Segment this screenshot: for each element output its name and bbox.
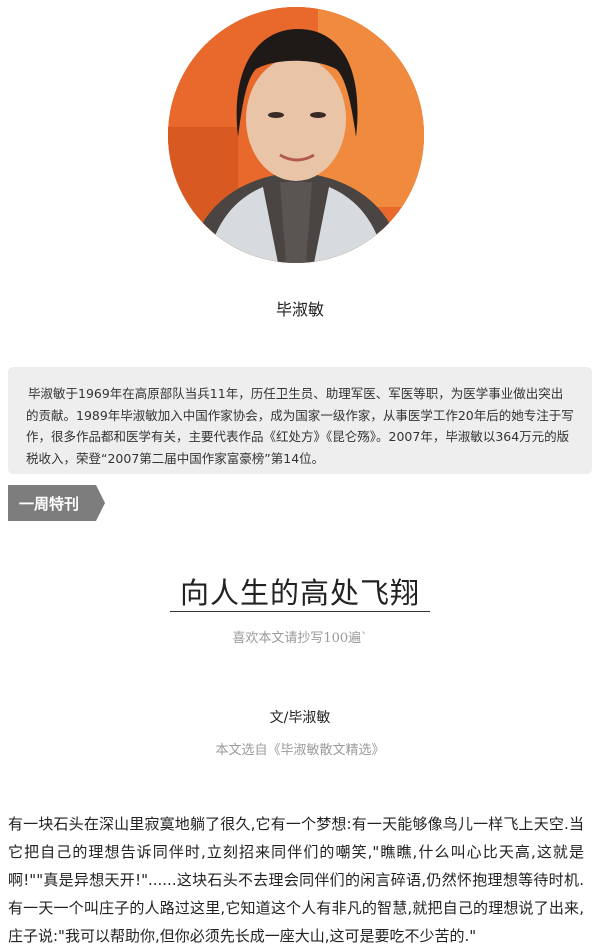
author-name: 毕淑敏	[275, 300, 324, 319]
title-underline	[170, 611, 430, 612]
section-tag-label: 一周特刊	[19, 495, 80, 513]
article-title: 向人生的高处飞翔	[179, 576, 420, 610]
article-source: 本文选自《毕淑敏散文精选》	[215, 743, 385, 758]
section-tag: 一周特刊	[8, 485, 105, 521]
author-bio: 毕淑敏于1969年在高原部队当兵11年，历任卫生员、助理军医、军医等职，为医学事…	[8, 367, 592, 474]
article-subtitle: 喜欢本文请抄写100遍`	[232, 631, 368, 646]
article-byline: 文/毕淑敏	[269, 710, 331, 726]
article-body: 有一块石头在深山里寂寞地躺了很久,它有一个梦想:有一天能够像鸟儿一样飞上天空.当…	[8, 815, 584, 945]
author-avatar	[168, 7, 424, 263]
